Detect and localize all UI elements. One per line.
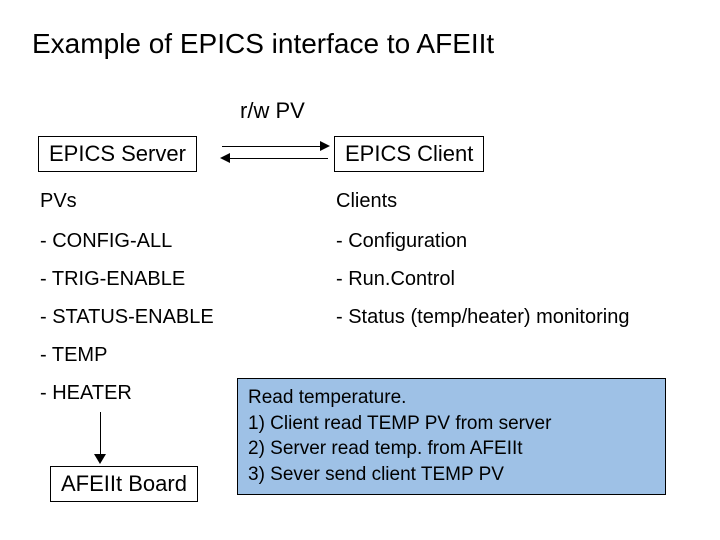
clients-heading: Clients — [336, 190, 397, 213]
slide-title: Example of EPICS interface to AFEIIt — [32, 28, 494, 60]
note-line-3: 3) Sever send client TEMP PV — [248, 462, 655, 488]
arrow-rw-left-head-icon — [220, 153, 230, 163]
client-item-configuration: - Configuration — [336, 230, 467, 253]
arrow-down-line — [100, 412, 101, 456]
arrow-rw-right-head-icon — [320, 141, 330, 151]
pv-item-heater: - HEATER — [40, 382, 132, 405]
arrow-rw-right-line — [222, 146, 322, 147]
note-line-0: Read temperature. — [248, 385, 655, 411]
client-item-status-monitoring: - Status (temp/heater) monitoring — [336, 306, 629, 329]
pv-item-temp: - TEMP — [40, 344, 107, 367]
arrow-down-head-icon — [94, 454, 106, 464]
pvs-heading: PVs — [40, 190, 77, 213]
note-line-2: 2) Server read temp. from AFEIIt — [248, 436, 655, 462]
pv-item-trig-enable: - TRIG-ENABLE — [40, 268, 185, 291]
read-temperature-note: Read temperature. 1) Client read TEMP PV… — [237, 378, 666, 495]
afeiit-board-box: AFEIIt Board — [50, 466, 198, 502]
note-line-1: 1) Client read TEMP PV from server — [248, 411, 655, 437]
rw-pv-label: r/w PV — [240, 98, 305, 124]
pv-item-status-enable: - STATUS-ENABLE — [40, 306, 214, 329]
epics-client-box: EPICS Client — [334, 136, 484, 172]
slide: Example of EPICS interface to AFEIIt r/w… — [0, 0, 720, 540]
epics-server-box: EPICS Server — [38, 136, 197, 172]
client-item-runcontrol: - Run.Control — [336, 268, 455, 291]
arrow-rw-left-line — [228, 158, 328, 159]
pv-item-config-all: - CONFIG-ALL — [40, 230, 172, 253]
